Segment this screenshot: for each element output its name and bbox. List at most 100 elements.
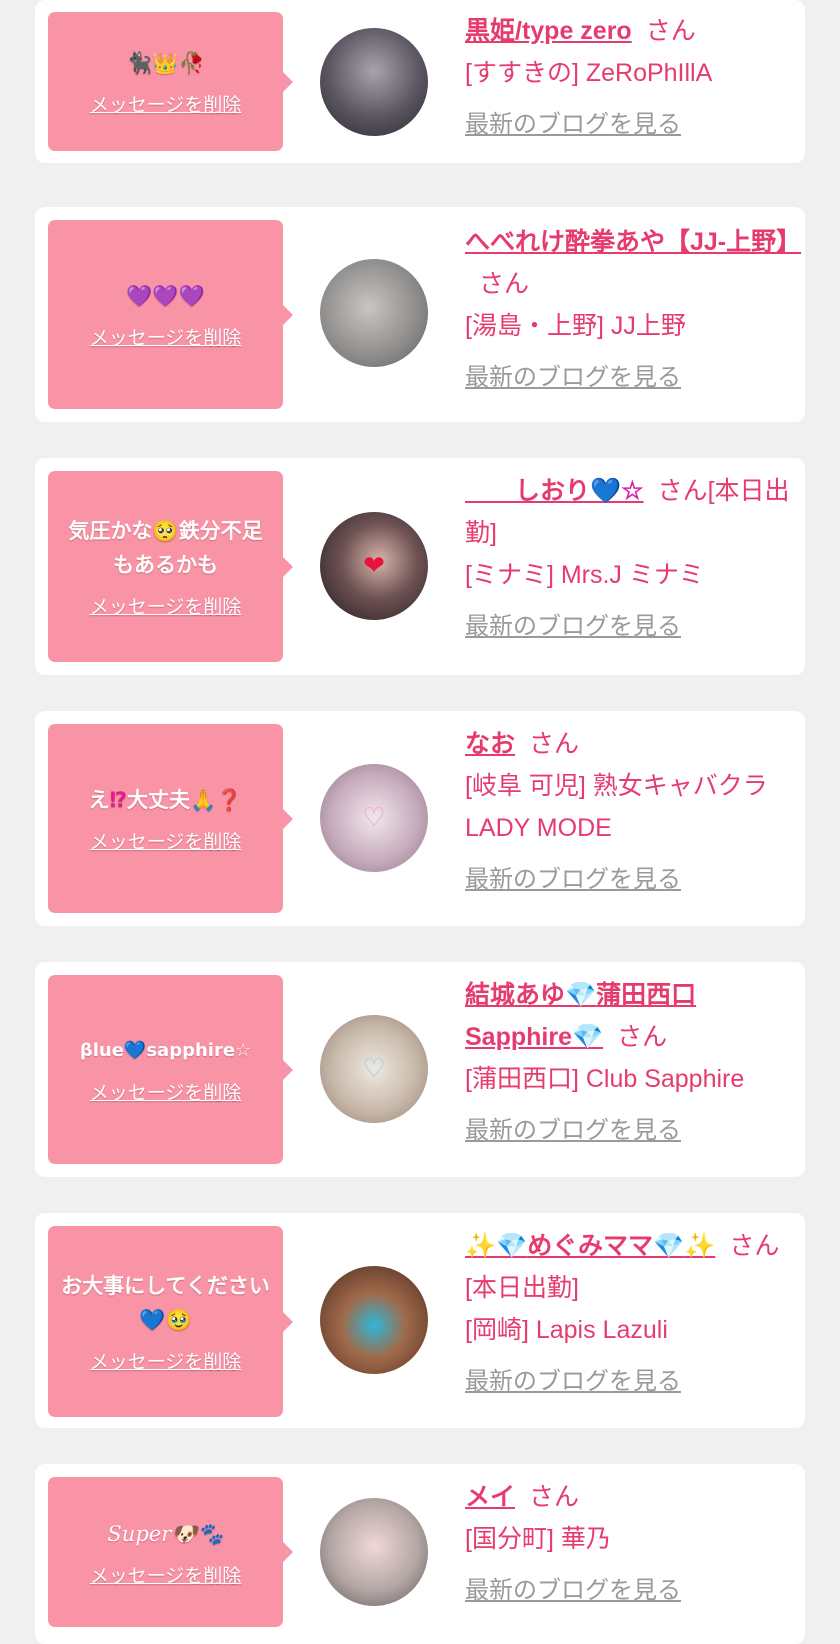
name-part: 結城あゆ	[465, 981, 566, 1009]
name-part: しおり	[465, 477, 591, 505]
honorific: さん	[729, 1232, 780, 1260]
message-part: Super	[107, 1521, 172, 1546]
praying-hands-icon: 🙏	[190, 788, 217, 812]
black-cat-icon: 🐈‍⬛	[126, 51, 153, 75]
delete-message-link[interactable]: メッセージを削除	[90, 1347, 242, 1374]
shop-name: [岐阜 可児] 熟女キャバクラLADY MODE	[465, 772, 768, 842]
exclamation-question-icon: ⁉	[109, 788, 128, 812]
blog-link[interactable]: 最新のブログを見る	[465, 1570, 795, 1612]
message-text: お大事にしてください 💙🥹	[58, 1269, 273, 1337]
avatar[interactable]	[320, 1266, 428, 1374]
delete-message-link[interactable]: メッセージを削除	[90, 592, 242, 619]
message-part: お大事にしてください	[61, 1274, 270, 1298]
paw-prints-icon: 🐾	[197, 1521, 224, 1546]
gem-icon: 💎	[565, 981, 597, 1009]
gem-icon: 💎	[653, 1232, 685, 1260]
favorite-card: お大事にしてください💙🥹 メッセージを削除 ✨💎めぐみママ💎✨ さん [本日出勤] …	[35, 1213, 805, 1428]
heart-sticker-icon: ♡	[362, 803, 386, 833]
delete-message-link[interactable]: メッセージを削除	[90, 90, 242, 117]
message-bubble: Super🐶🐾 メッセージを削除	[48, 1477, 293, 1627]
delete-message-link[interactable]: メッセージを削除	[90, 323, 242, 350]
pleading-face-icon: 🥺	[152, 519, 179, 543]
shop-name: [湯島・上野] JJ上野	[465, 312, 686, 340]
blue-heart-icon: 💙	[123, 1040, 147, 1061]
honorific: さん	[529, 730, 580, 758]
cast-name-link[interactable]: メイ	[465, 1483, 515, 1511]
gem-icon: 💎	[571, 1023, 604, 1051]
blog-link[interactable]: 最新のブログを見る	[465, 104, 795, 146]
profile-info: ✨💎めぐみママ💎✨ さん [本日出勤] [岡崎] Lapis Lazuli 最新のブ…	[465, 1225, 795, 1403]
blog-link[interactable]: 最新のブログを見る	[465, 357, 795, 399]
favorite-card: 気圧かな🥺鉄分不足もあるかも メッセージを削除 ❤ しおり💙☆ さん[本日出勤] …	[35, 458, 805, 675]
message-part: βlue	[79, 1040, 124, 1061]
blue-heart-icon: 💙	[590, 477, 622, 505]
favorite-card: Super🐶🐾 メッセージを削除 メイ さん [国分町] 華乃 最新のブログを見る	[35, 1464, 805, 1644]
honorific: さん	[617, 1023, 668, 1051]
cast-name-link[interactable]: 黒姫/type zero	[465, 17, 632, 45]
avatar[interactable]: ❤	[320, 512, 428, 620]
message-text: Super🐶🐾	[107, 1517, 223, 1551]
message-text: 気圧かな🥺鉄分不足もあるかも	[58, 514, 273, 582]
favorite-card: え⁉大丈夫🙏❓ メッセージを削除 ♡ なお さん [岐阜 可児] 熟女キャバクラL…	[35, 711, 805, 926]
blog-link[interactable]: 最新のブログを見る	[465, 606, 795, 648]
profile-info: 黒姫/type zero さん [すすきの] ZeRoPhIllA 最新のブログを…	[465, 10, 795, 146]
avatar[interactable]	[320, 28, 428, 136]
message-part: え	[88, 788, 110, 812]
avatar[interactable]: ♡	[320, 764, 428, 872]
message-part: 気圧かな	[68, 519, 153, 543]
name-part: めぐみママ	[527, 1232, 654, 1260]
delete-message-link[interactable]: メッセージを削除	[90, 1561, 242, 1588]
favorite-card: βlue💙sapphire☆ メッセージを削除 ♡ 結城あゆ💎蒲田西口Sapph…	[35, 962, 805, 1177]
profile-info: へべれけ酔拳あや【JJ-上野】さん [湯島・上野] JJ上野 最新のブログを見る	[465, 221, 801, 399]
sparkles-icon: ✨	[465, 1232, 497, 1260]
avatar[interactable]	[320, 1498, 428, 1606]
cast-name-link[interactable]: へべれけ酔拳あや【JJ-上野】	[465, 228, 801, 256]
blog-link[interactable]: 最新のブログを見る	[465, 859, 795, 901]
favorite-card: 💜💜💜 メッセージを削除 へべれけ酔拳あや【JJ-上野】さん [湯島・上野] J…	[35, 207, 805, 422]
honorific: さん	[657, 477, 708, 505]
message-text: βlue💙sapphire☆	[80, 1034, 251, 1068]
message-part: sapphire☆	[146, 1040, 252, 1061]
message-bubble: 💜💜💜 メッセージを削除	[48, 220, 293, 409]
delete-message-link[interactable]: メッセージを削除	[90, 1078, 242, 1105]
shop-name: [岡崎] Lapis Lazuli	[465, 1316, 668, 1344]
message-bubble: お大事にしてください 💙🥹 メッセージを削除	[48, 1226, 293, 1417]
message-bubble: 気圧かな🥺鉄分不足もあるかも メッセージを削除	[48, 471, 293, 662]
purple-heart-icon: 💜	[126, 284, 153, 308]
profile-info: メイ さん [国分町] 華乃 最新のブログを見る	[465, 1476, 795, 1612]
blog-link[interactable]: 最新のブログを見る	[465, 1110, 795, 1152]
cast-name-link[interactable]: なお	[465, 730, 515, 758]
message-bubble: βlue💙sapphire☆ メッセージを削除	[48, 975, 293, 1164]
status-text: [本日出勤]	[465, 1274, 579, 1302]
heart-sticker-icon: ❤	[363, 551, 385, 581]
cast-name-link[interactable]: しおり💙☆	[465, 477, 644, 505]
message-text: 🐈‍⬛👑🥀	[126, 46, 204, 80]
wilted-rose-icon: 🥀	[178, 51, 205, 75]
avatar[interactable]: ♡	[320, 1015, 428, 1123]
favorite-card: 🐈‍⬛👑🥀 メッセージを削除 黒姫/type zero さん [すすきの] ZeR…	[35, 0, 805, 163]
dog-face-icon: 🐶	[171, 1521, 198, 1546]
message-bubble: え⁉大丈夫🙏❓ メッセージを削除	[48, 724, 293, 913]
message-part: 大丈夫	[127, 788, 191, 812]
shop-name: [すすきの] ZeRoPhIllA	[465, 59, 713, 87]
profile-info: 結城あゆ💎蒲田西口Sapphire💎 さん [蒲田西口] Club Sapphir…	[465, 974, 795, 1152]
cast-name-link[interactable]: ✨💎めぐみママ💎✨	[465, 1232, 715, 1260]
message-bubble: 🐈‍⬛👑🥀 メッセージを削除	[48, 12, 293, 151]
holding-back-tears-icon: 🥹	[165, 1308, 192, 1332]
heart-sticker-icon: ♡	[362, 1054, 386, 1084]
shop-name: [ミナミ] Mrs.J ミナミ	[465, 561, 704, 589]
shop-name: [蒲田西口] Club Sapphire	[465, 1065, 745, 1093]
blog-link[interactable]: 最新のブログを見る	[465, 1361, 795, 1403]
crown-icon: 👑	[152, 51, 179, 75]
favorites-list: 🐈‍⬛👑🥀 メッセージを削除 黒姫/type zero さん [すすきの] ZeR…	[0, 0, 840, 1644]
gem-icon: 💎	[496, 1232, 528, 1260]
honorific: さん	[529, 1483, 580, 1511]
star-icon: ☆	[621, 477, 644, 505]
profile-info: なお さん [岐阜 可児] 熟女キャバクラLADY MODE 最新のブログを見る	[465, 723, 795, 901]
question-mark-icon: ❓	[216, 788, 243, 812]
message-text: え⁉大丈夫🙏❓	[89, 783, 243, 817]
delete-message-link[interactable]: メッセージを削除	[90, 827, 242, 854]
purple-heart-icon: 💜	[178, 284, 205, 308]
purple-heart-icon: 💜	[152, 284, 179, 308]
avatar[interactable]	[320, 259, 428, 367]
